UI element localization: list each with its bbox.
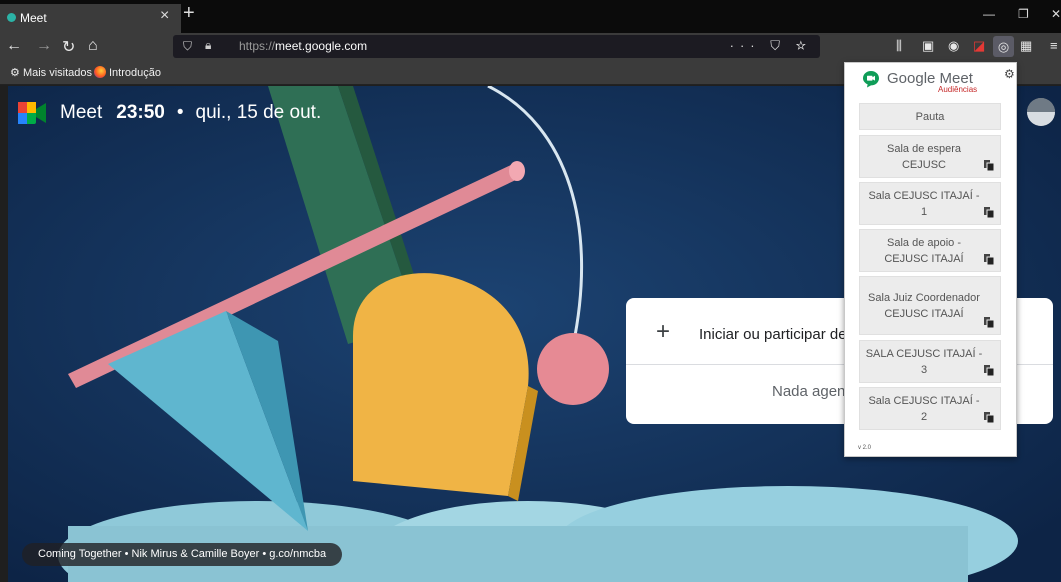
- popup-item-sala-apoio[interactable]: Sala de apoio - CEJUSC ITAJAÍ: [859, 229, 1001, 272]
- plus-icon[interactable]: +: [656, 318, 670, 346]
- forward-icon[interactable]: →: [36, 37, 52, 55]
- copy-icon[interactable]: [984, 317, 994, 328]
- avatar-image: [1027, 98, 1055, 126]
- navigation-bar: ← → ↻ ⌂ ⛉ 🔒︎ https://meet.google.com ···…: [0, 33, 1061, 61]
- url-text[interactable]: https://meet.google.com: [239, 39, 367, 53]
- meet-extension-icon[interactable]: ◎: [993, 36, 1014, 57]
- google-meet-logo-icon: [18, 102, 46, 124]
- copy-icon[interactable]: [984, 160, 994, 171]
- home-icon[interactable]: ⌂: [88, 37, 98, 55]
- lock-icon[interactable]: 🔒︎: [205, 38, 211, 53]
- meet-favicon-icon: [7, 13, 16, 22]
- copy-icon[interactable]: [984, 207, 994, 218]
- nothing-scheduled-text: Nada agen: [772, 383, 846, 400]
- popup-item-sala-cejusc-2[interactable]: Sala CEJUSC ITAJAÍ - 2: [859, 387, 1001, 430]
- settings-gear-icon[interactable]: ⚙︎: [1004, 67, 1015, 81]
- meet-title: Meet: [60, 102, 103, 123]
- popup-item-sala-juiz[interactable]: Sala Juiz Coordenador CEJUSC ITAJAÍ: [859, 276, 1001, 335]
- image-credits[interactable]: Coming Together • Nik Mirus & Camille Bo…: [22, 543, 343, 566]
- bookmark-introducao[interactable]: Introdução: [94, 66, 161, 79]
- minimize-button[interactable]: —: [983, 7, 995, 21]
- shield-icon[interactable]: ⛉: [183, 39, 192, 54]
- popup-item-sala-espera[interactable]: Sala de espera CEJUSC: [859, 135, 1001, 178]
- popup-item-pauta[interactable]: Pauta: [859, 103, 1001, 130]
- copy-icon[interactable]: [984, 365, 994, 376]
- tab-meet[interactable]: Meet ×: [0, 4, 181, 33]
- tab-title: Meet: [20, 11, 47, 25]
- back-icon[interactable]: ←: [6, 37, 22, 55]
- popup-item-sala-cejusc-1[interactable]: Sala CEJUSC ITAJAÍ - 1: [859, 182, 1001, 225]
- url-bar[interactable]: ⛉ 🔒︎ https://meet.google.com ··· ⛉ ☆: [173, 35, 820, 58]
- popup-subtitle: Audiências: [938, 85, 978, 94]
- reload-icon[interactable]: ↻: [62, 37, 75, 57]
- page-actions-icons[interactable]: ··· ⛉ ☆: [730, 38, 812, 54]
- gear-icon: ⚙︎: [10, 67, 20, 79]
- library-icon[interactable]: ⫼: [896, 38, 902, 54]
- menu-icon[interactable]: ≡: [1050, 38, 1058, 53]
- copy-icon[interactable]: [984, 412, 994, 423]
- header-separator: •: [176, 102, 184, 123]
- tab-close-icon[interactable]: ×: [160, 7, 169, 25]
- current-time: 23:50: [116, 102, 165, 123]
- new-tab-button[interactable]: +: [183, 2, 195, 25]
- close-window-button[interactable]: ✕: [1051, 7, 1061, 21]
- popup-version: v 2.0: [858, 445, 872, 451]
- meet-extension-logo-icon: [863, 71, 879, 88]
- meet-header: Meet 23:50 • qui., 15 de out.: [18, 102, 321, 124]
- account-icon[interactable]: ◉: [948, 38, 959, 54]
- avatar[interactable]: [1027, 98, 1055, 126]
- popup-item-sala-cejusc-3[interactable]: SALA CEJUSC ITAJAÍ - 3: [859, 340, 1001, 383]
- sidebar-icon[interactable]: ▣: [922, 38, 934, 54]
- meet-extension-popup: Google Meet Audiências ⚙︎ Pauta Sala de …: [844, 62, 1017, 457]
- pdf-extension-icon[interactable]: ◪: [973, 38, 985, 54]
- browser-titlebar: Meet × + — ❐ ✕: [0, 0, 1061, 33]
- current-date: qui., 15 de out.: [195, 102, 322, 123]
- bookmark-mais-visitados[interactable]: ⚙︎ Mais visitados: [10, 66, 92, 79]
- grid-extension-icon[interactable]: ▦: [1020, 38, 1032, 54]
- firefox-icon: [94, 66, 106, 78]
- restore-button[interactable]: ❐: [1018, 7, 1029, 21]
- join-meeting-button[interactable]: Iniciar ou participar de: [699, 326, 847, 343]
- copy-icon[interactable]: [984, 254, 994, 265]
